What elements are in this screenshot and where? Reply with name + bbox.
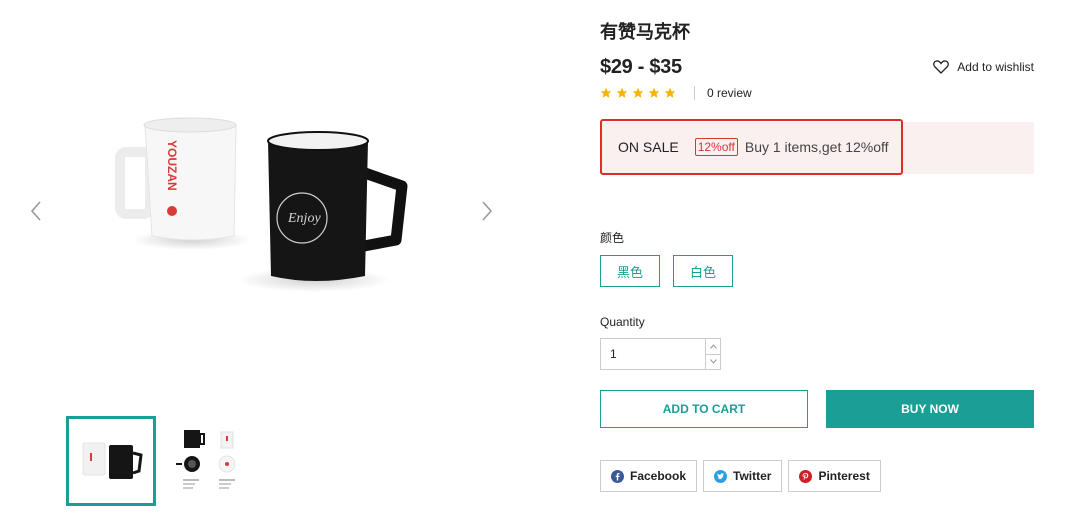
product-price: $29 - $35 bbox=[600, 56, 682, 78]
mug-logo-text: Enjoy bbox=[287, 211, 321, 226]
promo-banner: ON SALE 12%off Buy 1 items,get 12%off bbox=[600, 119, 1034, 175]
review-count[interactable]: 0 review bbox=[707, 86, 752, 100]
facebook-icon bbox=[611, 469, 624, 483]
heart-icon bbox=[933, 60, 950, 74]
discount-tag: 12%off bbox=[694, 138, 738, 156]
quantity-input[interactable] bbox=[601, 339, 705, 369]
mug-brand-text: YOUZAN bbox=[165, 140, 179, 191]
quantity-increase-button[interactable] bbox=[706, 339, 720, 354]
rating-divider bbox=[694, 86, 695, 100]
promo-highlight: ON SALE 12%off Buy 1 items,get 12%off bbox=[600, 119, 903, 175]
color-option-white[interactable]: 白色 bbox=[673, 255, 733, 287]
star-icon bbox=[648, 87, 660, 98]
color-label: 颜色 bbox=[600, 231, 625, 245]
rating: 0 review bbox=[600, 86, 752, 100]
product-gallery: YOUZAN Enjoy bbox=[0, 0, 540, 521]
thumbnail-strip bbox=[66, 416, 260, 506]
star-icon bbox=[616, 87, 628, 98]
prev-image-arrow-icon[interactable] bbox=[26, 196, 46, 226]
next-image-arrow-icon[interactable] bbox=[477, 196, 497, 226]
product-title: 有赞马克杯 bbox=[600, 22, 690, 42]
quantity-steppers bbox=[705, 339, 720, 369]
buy-now-button[interactable]: BUY NOW bbox=[826, 390, 1034, 428]
pinterest-icon bbox=[799, 469, 813, 483]
main-product-image: YOUZAN Enjoy bbox=[100, 90, 440, 310]
star-icon bbox=[664, 87, 676, 98]
quantity-stepper bbox=[600, 338, 721, 370]
add-to-cart-button[interactable]: ADD TO CART bbox=[600, 390, 808, 428]
star-icon bbox=[632, 87, 644, 98]
chevron-up-icon bbox=[709, 343, 717, 349]
color-option-black[interactable]: 黑色 bbox=[600, 255, 660, 287]
thumbnail-1[interactable] bbox=[66, 416, 156, 506]
quantity-label: Quantity bbox=[600, 315, 645, 329]
promo-description: Buy 1 items,get 12%off bbox=[744, 139, 889, 155]
thumbnail-2[interactable] bbox=[170, 416, 260, 506]
on-sale-label: ON SALE bbox=[618, 139, 679, 155]
share-twitter-button[interactable]: Twitter bbox=[703, 460, 783, 492]
quantity-decrease-button[interactable] bbox=[706, 353, 720, 370]
star-icon bbox=[600, 87, 612, 98]
star-rating bbox=[600, 87, 676, 99]
add-to-wishlist-button[interactable]: Add to wishlist bbox=[933, 60, 1034, 74]
chevron-down-icon bbox=[709, 359, 717, 365]
wishlist-label: Add to wishlist bbox=[957, 60, 1034, 74]
twitter-label: Twitter bbox=[733, 469, 772, 483]
share-buttons: Facebook Twitter Pinterest bbox=[600, 460, 881, 492]
share-pinterest-button[interactable]: Pinterest bbox=[788, 460, 881, 492]
color-options: 黑色 白色 bbox=[600, 255, 733, 287]
pinterest-label: Pinterest bbox=[818, 469, 870, 483]
twitter-icon bbox=[714, 469, 728, 483]
share-facebook-button[interactable]: Facebook bbox=[600, 460, 698, 492]
facebook-label: Facebook bbox=[630, 469, 687, 483]
